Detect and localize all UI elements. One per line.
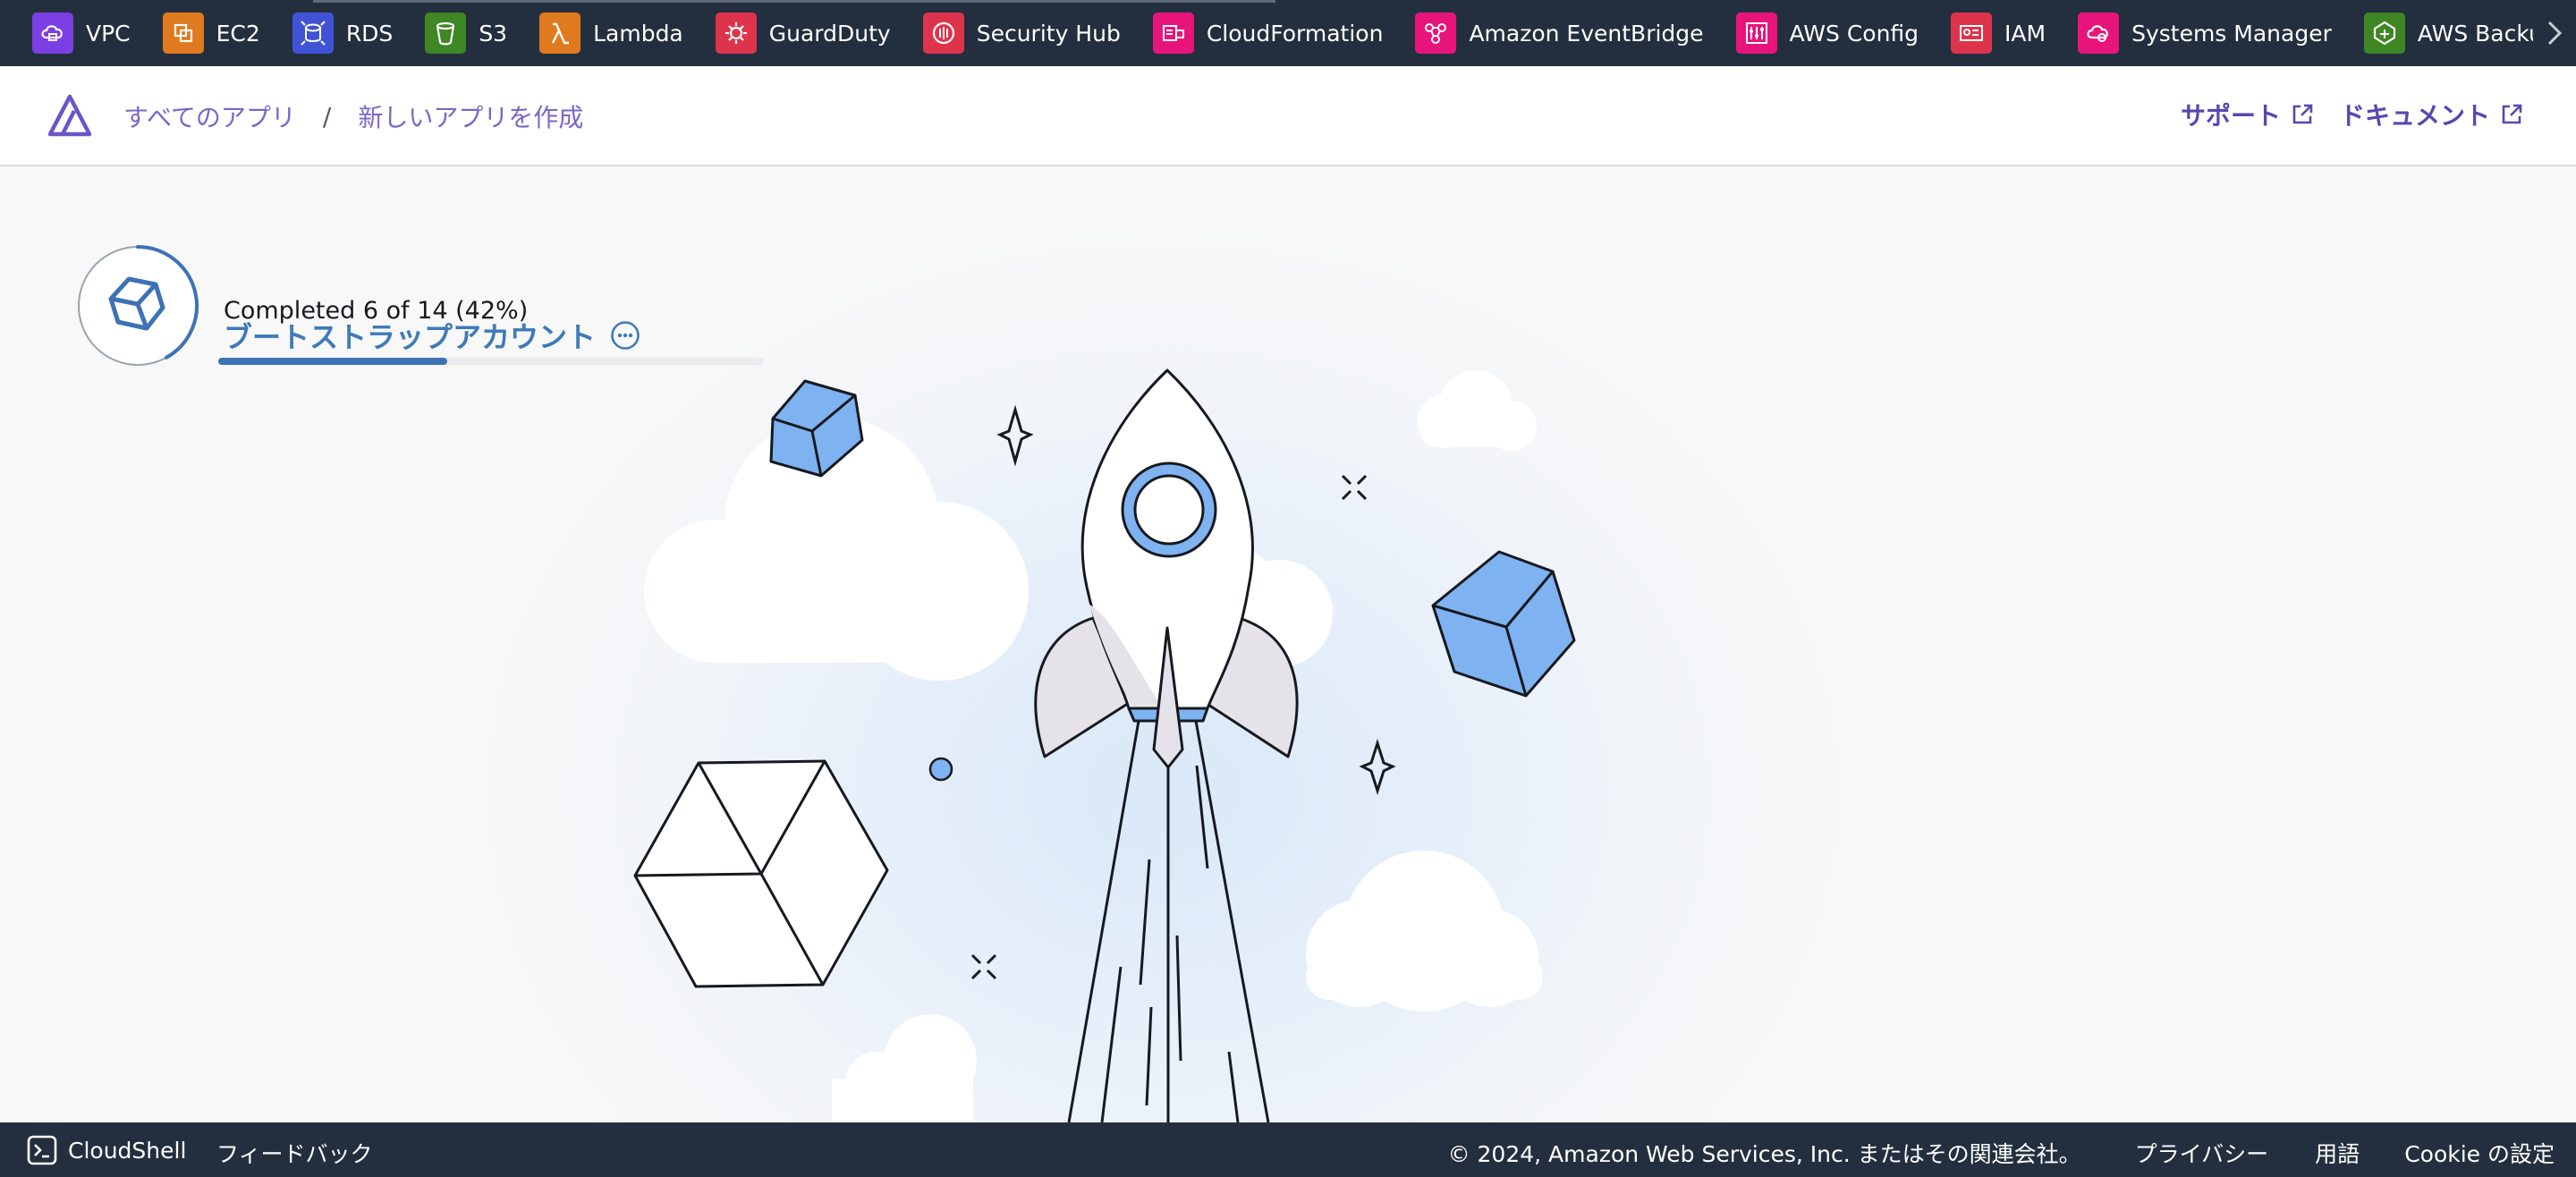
breadcrumb-new-app[interactable]: 新しいアプリを作成 bbox=[358, 98, 583, 134]
config-icon bbox=[1735, 13, 1777, 54]
main-content: ブートストラップアカウント Completed 6 of 14 (42%) bbox=[0, 166, 2576, 1122]
cloudformation-icon bbox=[1152, 13, 1194, 54]
console-footer: CloudShell フィードバック © 2024, Amazon Web Se… bbox=[0, 1122, 2576, 1177]
service-shortcut-backup[interactable]: AWS Backup bbox=[2363, 13, 2557, 54]
step-progress-bar bbox=[218, 358, 764, 365]
service-shortcut-config[interactable]: AWS Config bbox=[1735, 13, 1919, 54]
service-shortcut-label: Systems Manager bbox=[2131, 20, 2332, 47]
iam-icon bbox=[1951, 13, 1993, 54]
more-options-icon[interactable] bbox=[610, 320, 640, 351]
service-shortcut-label: GuardDuty bbox=[768, 20, 891, 47]
app-header: すべてのアプリ / 新しいアプリを作成 サポート ドキュメント bbox=[0, 66, 2576, 166]
service-shortcut-guardduty[interactable]: GuardDuty bbox=[715, 13, 891, 54]
sparkle-cross bbox=[1341, 474, 1368, 501]
rds-icon bbox=[292, 13, 334, 54]
service-list: VPC EC2 RDS S3 Lambda GuardDuty Security Hub Cl… bbox=[32, 0, 2576, 66]
copyright-text: © 2024, Amazon Web Services, Inc. またはその関… bbox=[1447, 1141, 2081, 1167]
feedback-link[interactable]: フィードバック bbox=[216, 1137, 373, 1169]
service-shortcut-bar: VPC EC2 RDS S3 Lambda GuardDuty Security Hub Cl… bbox=[0, 0, 2576, 66]
cloudshell-icon bbox=[27, 1135, 57, 1165]
service-shortcut-ec2[interactable]: EC2 bbox=[162, 13, 260, 54]
exhaust-trails bbox=[1067, 720, 1270, 1122]
terms-link[interactable]: 用語 bbox=[2315, 1137, 2360, 1169]
chevron-right-icon bbox=[2547, 21, 2563, 46]
service-shortcut-label: VPC bbox=[86, 20, 131, 47]
service-shortcut-s3[interactable]: S3 bbox=[425, 13, 507, 54]
scroll-right-button[interactable] bbox=[2533, 0, 2576, 66]
service-shortcut-cloudformation[interactable]: CloudFormation bbox=[1152, 13, 1384, 54]
external-link-icon bbox=[2502, 104, 2522, 124]
cloudshell-label: CloudShell bbox=[68, 1137, 187, 1164]
lambda-icon bbox=[539, 13, 581, 54]
service-shortcut-label: EC2 bbox=[216, 20, 260, 47]
service-shortcut-systems-manager[interactable]: Systems Manager bbox=[2078, 13, 2332, 54]
docs-link-label: ドキュメント bbox=[2339, 101, 2490, 131]
service-shortcut-label: Security Hub bbox=[976, 20, 1121, 47]
step-progress-fill bbox=[218, 358, 448, 365]
dot bbox=[928, 757, 953, 782]
service-shortcut-label: RDS bbox=[345, 20, 394, 47]
header-links: サポート ドキュメント bbox=[2156, 97, 2524, 132]
privacy-link[interactable]: プライバシー bbox=[2135, 1137, 2269, 1169]
service-shortcut-vpc[interactable]: VPC bbox=[32, 13, 131, 54]
service-shortcut-label: IAM bbox=[2004, 20, 2046, 47]
breadcrumb: すべてのアプリ / 新しいアプリを作成 bbox=[123, 98, 583, 134]
external-link-icon bbox=[2292, 104, 2313, 124]
guardduty-icon bbox=[715, 13, 757, 54]
breadcrumb-separator: / bbox=[322, 101, 332, 131]
docs-link[interactable]: ドキュメント bbox=[2340, 97, 2524, 132]
footer-links: © 2024, Amazon Web Services, Inc. またはその関… bbox=[1448, 1137, 2555, 1169]
backup-icon bbox=[2363, 13, 2405, 54]
service-shortcut-lambda[interactable]: Lambda bbox=[539, 13, 683, 54]
sparkle-cross bbox=[970, 953, 997, 980]
s3-icon bbox=[425, 13, 467, 54]
step-progress-ring bbox=[78, 245, 199, 366]
cube-large bbox=[633, 759, 889, 988]
support-link[interactable]: サポート bbox=[2181, 97, 2315, 132]
cookie-settings-link[interactable]: Cookie の設定 bbox=[2404, 1137, 2555, 1169]
cloud-top-right bbox=[1418, 370, 1537, 451]
systems-manager-icon bbox=[2078, 13, 2120, 54]
eventbridge-icon bbox=[1415, 13, 1457, 54]
service-shortcut-security-hub[interactable]: Security Hub bbox=[922, 13, 1121, 54]
step-progress-text: Completed 6 of 14 (42%) bbox=[224, 297, 529, 325]
sparkle-star bbox=[996, 404, 1034, 467]
service-shortcut-label: Lambda bbox=[593, 20, 683, 47]
cube-right bbox=[1431, 550, 1576, 698]
app-logo[interactable] bbox=[47, 93, 93, 138]
service-shortcut-label: CloudFormation bbox=[1206, 20, 1384, 47]
vpc-icon bbox=[32, 13, 73, 54]
service-shortcut-label: Amazon EventBridge bbox=[1469, 20, 1704, 47]
sparkle-star bbox=[1359, 739, 1396, 795]
service-shortcut-eventbridge[interactable]: Amazon EventBridge bbox=[1415, 13, 1704, 54]
cloudshell-button[interactable]: CloudShell bbox=[27, 1135, 186, 1165]
support-link-label: サポート bbox=[2180, 101, 2281, 131]
breadcrumb-all-apps[interactable]: すべてのアプリ bbox=[123, 98, 296, 134]
cloud-bottom-small bbox=[832, 1014, 977, 1122]
service-shortcut-iam[interactable]: IAM bbox=[1951, 13, 2046, 54]
service-shortcut-rds[interactable]: RDS bbox=[292, 13, 394, 54]
service-shortcut-label: AWS Config bbox=[1789, 20, 1919, 47]
security-hub-icon bbox=[922, 13, 964, 54]
service-shortcut-label: S3 bbox=[479, 20, 508, 47]
ec2-icon bbox=[162, 13, 204, 54]
cloud-right-lower bbox=[1306, 851, 1543, 1012]
